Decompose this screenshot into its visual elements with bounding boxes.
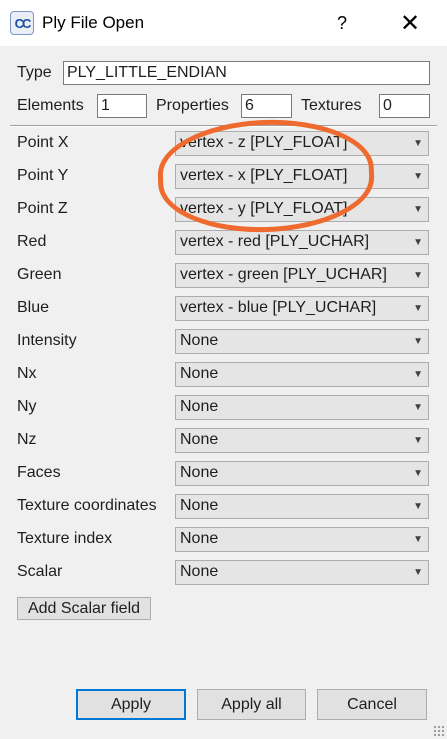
combo-value: None xyxy=(180,464,219,481)
chevron-down-icon: ▼ xyxy=(413,270,423,281)
textures-field[interactable]: 0 xyxy=(379,94,430,118)
field-label-red: Red xyxy=(17,233,47,250)
field-label-point-y: Point Y xyxy=(17,167,69,184)
cloudcompare-app-icon: CC xyxy=(10,11,34,35)
chevron-down-icon: ▼ xyxy=(413,138,423,149)
point-y-combo[interactable]: vertex - x [PLY_FLOAT] ▼ xyxy=(175,164,429,189)
add-scalar-field-button[interactable]: Add Scalar field xyxy=(17,597,151,620)
green-combo[interactable]: vertex - green [PLY_UCHAR] ▼ xyxy=(175,263,429,288)
combo-value: None xyxy=(180,365,219,382)
elements-field[interactable]: 1 xyxy=(97,94,147,118)
chevron-down-icon: ▼ xyxy=(413,534,423,545)
title-bar: CC Ply File Open ? ✕ xyxy=(0,0,447,46)
chevron-down-icon: ▼ xyxy=(413,501,423,512)
field-label-texture-coordinates: Texture coordinates xyxy=(17,497,157,514)
intensity-combo[interactable]: None ▼ xyxy=(175,329,429,354)
textures-label: Textures xyxy=(301,97,362,114)
combo-value: None xyxy=(180,398,219,415)
field-label-blue: Blue xyxy=(17,299,50,316)
chevron-down-icon: ▼ xyxy=(413,468,423,479)
chevron-down-icon: ▼ xyxy=(413,402,423,413)
ny-combo[interactable]: None ▼ xyxy=(175,395,429,420)
type-label: Type xyxy=(17,64,52,81)
field-label-point-x: Point X xyxy=(17,134,69,151)
field-label-faces: Faces xyxy=(17,464,61,481)
header-separator xyxy=(10,125,437,127)
combo-value: None xyxy=(180,332,219,349)
chevron-down-icon: ▼ xyxy=(413,435,423,446)
field-label-point-z: Point Z xyxy=(17,200,68,217)
chevron-down-icon: ▼ xyxy=(413,336,423,347)
combo-value: vertex - red [PLY_UCHAR] xyxy=(180,233,370,250)
combo-value: vertex - y [PLY_FLOAT] xyxy=(180,200,348,217)
red-combo[interactable]: vertex - red [PLY_UCHAR] ▼ xyxy=(175,230,429,255)
point-x-combo[interactable]: vertex - z [PLY_FLOAT] ▼ xyxy=(175,131,429,156)
texture-coordinates-combo[interactable]: None ▼ xyxy=(175,494,429,519)
point-z-combo[interactable]: vertex - y [PLY_FLOAT] ▼ xyxy=(175,197,429,222)
combo-value: vertex - z [PLY_FLOAT] xyxy=(180,134,348,151)
field-label-ny: Ny xyxy=(17,398,37,415)
properties-field[interactable]: 6 xyxy=(241,94,292,118)
combo-value: None xyxy=(180,431,219,448)
nz-combo[interactable]: None ▼ xyxy=(175,428,429,453)
apply-all-button[interactable]: Apply all xyxy=(197,689,306,720)
cancel-button[interactable]: Cancel xyxy=(317,689,427,720)
combo-value: None xyxy=(180,530,219,547)
chevron-down-icon: ▼ xyxy=(413,204,423,215)
field-label-green: Green xyxy=(17,266,62,283)
chevron-down-icon: ▼ xyxy=(413,237,423,248)
chevron-down-icon: ▼ xyxy=(413,171,423,182)
chevron-down-icon: ▼ xyxy=(413,567,423,578)
field-label-nz: Nz xyxy=(17,431,37,448)
field-label-nx: Nx xyxy=(17,365,37,382)
nx-combo[interactable]: None ▼ xyxy=(175,362,429,387)
chevron-down-icon: ▼ xyxy=(413,369,423,380)
type-field[interactable]: PLY_LITTLE_ENDIAN xyxy=(63,61,430,85)
combo-value: vertex - x [PLY_FLOAT] xyxy=(180,167,348,184)
field-label-scalar: Scalar xyxy=(17,563,63,580)
faces-combo[interactable]: None ▼ xyxy=(175,461,429,486)
combo-value: vertex - green [PLY_UCHAR] xyxy=(180,266,387,283)
texture-index-combo[interactable]: None ▼ xyxy=(175,527,429,552)
close-button[interactable]: ✕ xyxy=(388,6,432,40)
properties-label: Properties xyxy=(156,97,229,114)
combo-value: None xyxy=(180,563,219,580)
resize-grip[interactable] xyxy=(433,725,445,737)
combo-value: vertex - blue [PLY_UCHAR] xyxy=(180,299,377,316)
combo-value: None xyxy=(180,497,219,514)
field-label-texture-index: Texture index xyxy=(17,530,113,547)
window-title: Ply File Open xyxy=(42,13,145,32)
blue-combo[interactable]: vertex - blue [PLY_UCHAR] ▼ xyxy=(175,296,429,321)
scalar-combo[interactable]: None ▼ xyxy=(175,560,429,585)
chevron-down-icon: ▼ xyxy=(413,303,423,314)
elements-label: Elements xyxy=(17,97,84,114)
help-button[interactable]: ? xyxy=(320,6,364,40)
apply-button[interactable]: Apply xyxy=(76,689,186,720)
field-label-intensity: Intensity xyxy=(17,332,77,349)
